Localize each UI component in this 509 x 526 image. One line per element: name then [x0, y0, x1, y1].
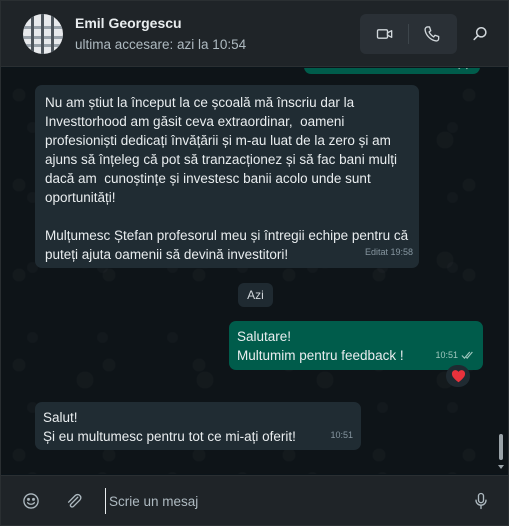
chat-header: Emil Georgescu ultima accesare: azi la 1… — [1, 1, 508, 67]
message-composer — [1, 475, 508, 525]
contact-name[interactable]: Emil Georgescu — [75, 15, 182, 31]
scroll-down-arrow-icon[interactable] — [497, 463, 505, 471]
voice-message-button[interactable] — [465, 485, 497, 517]
emoji-button[interactable] — [15, 485, 47, 517]
message-meta: 10:51 — [435, 346, 475, 365]
message-text: Salut! — [43, 410, 78, 425]
message-bubble-partial[interactable]: ✓✓ — [304, 68, 480, 74]
message-list[interactable]: ✓✓ Nu am știut la început la ce școală m… — [1, 68, 508, 474]
message-bubble-incoming[interactable]: Salut! Și eu multumesc pentru tot ce mi-… — [35, 402, 361, 450]
attach-button[interactable] — [58, 485, 90, 517]
call-button-group — [360, 14, 457, 54]
chat-window: Emil Georgescu ultima accesare: azi la 1… — [0, 0, 509, 526]
voice-call-button[interactable] — [416, 18, 448, 50]
search-icon — [473, 27, 487, 41]
video-call-button[interactable] — [369, 18, 401, 50]
emoji-icon — [23, 493, 39, 509]
scrollbar-thumb[interactable] — [499, 434, 503, 460]
message-text: Și eu multumesc pentru tot ce mi-ați ofe… — [43, 429, 296, 444]
video-call-icon — [376, 29, 393, 39]
message-text: Mulțumesc Ștefan profesorul meu și între… — [45, 228, 412, 262]
message-bubble-outgoing[interactable]: Salutare! Multumim pentru feedback ! 10:… — [229, 321, 483, 370]
microphone-icon — [475, 492, 487, 510]
phone-call-icon — [424, 26, 440, 42]
reaction-badge[interactable] — [446, 365, 470, 387]
message-text: Salutare! — [237, 329, 292, 344]
message-bubble-incoming[interactable]: Nu am știut la început la ce școală mă î… — [35, 85, 419, 268]
message-time: 10:51 — [330, 430, 353, 440]
call-divider — [408, 24, 409, 44]
message-input[interactable] — [105, 488, 455, 514]
heart-icon — [451, 370, 465, 383]
attachment-icon — [67, 493, 82, 508]
message-text: Nu am știut la început la ce școală mă î… — [45, 95, 401, 205]
message-edited-time: Editat 19:58 — [364, 247, 413, 257]
contact-status: ultima accesare: azi la 10:54 — [75, 37, 247, 52]
double-check-icon — [461, 351, 473, 359]
avatar[interactable] — [23, 14, 63, 54]
message-meta-partial: ✓✓ — [457, 68, 472, 73]
message-time: 10:51 — [435, 350, 458, 360]
search-button[interactable] — [464, 18, 496, 50]
date-separator: Azi — [238, 283, 273, 307]
